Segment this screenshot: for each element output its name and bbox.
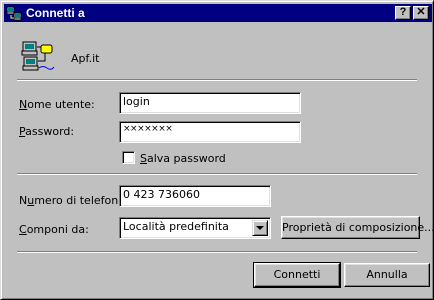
dialup-networking-icon	[6, 6, 22, 21]
close-button[interactable]: ✕	[413, 6, 429, 20]
separator	[17, 173, 417, 175]
save-password-checkbox[interactable]	[122, 151, 135, 164]
title-bar[interactable]: Connetti a ? ✕	[4, 4, 432, 22]
dialup-computers-icon	[21, 41, 55, 71]
save-password-label[interactable]: Salva password	[140, 152, 226, 165]
connection-name: Apf.it	[71, 52, 100, 65]
dial-from-value: Località predefinita	[123, 220, 229, 233]
window-title: Connetti a	[26, 6, 85, 20]
username-label: Nome utente:	[19, 98, 95, 111]
dial-from-dropdown[interactable]: Località predefinita	[119, 217, 271, 239]
connect-button[interactable]: Connetti	[253, 262, 341, 288]
separator	[17, 251, 417, 253]
cancel-button[interactable]: Annulla	[344, 263, 430, 287]
help-button[interactable]: ?	[395, 6, 411, 20]
phone-number-input[interactable]: 0 423 736060	[119, 185, 271, 207]
password-label: Password:	[19, 125, 75, 138]
chevron-down-icon[interactable]	[252, 220, 268, 236]
separator	[17, 79, 417, 81]
dial-from-label: Componi da:	[19, 223, 89, 236]
dial-properties-button[interactable]: Proprietà di composizione...	[281, 216, 434, 239]
phone-label: Numero di telefono:	[19, 194, 129, 207]
password-input[interactable]: ×××××××	[119, 121, 301, 143]
connect-dialog: Connetti a ? ✕ Apf.it Nome utente: login…	[0, 0, 434, 300]
username-input[interactable]: login	[119, 92, 301, 114]
